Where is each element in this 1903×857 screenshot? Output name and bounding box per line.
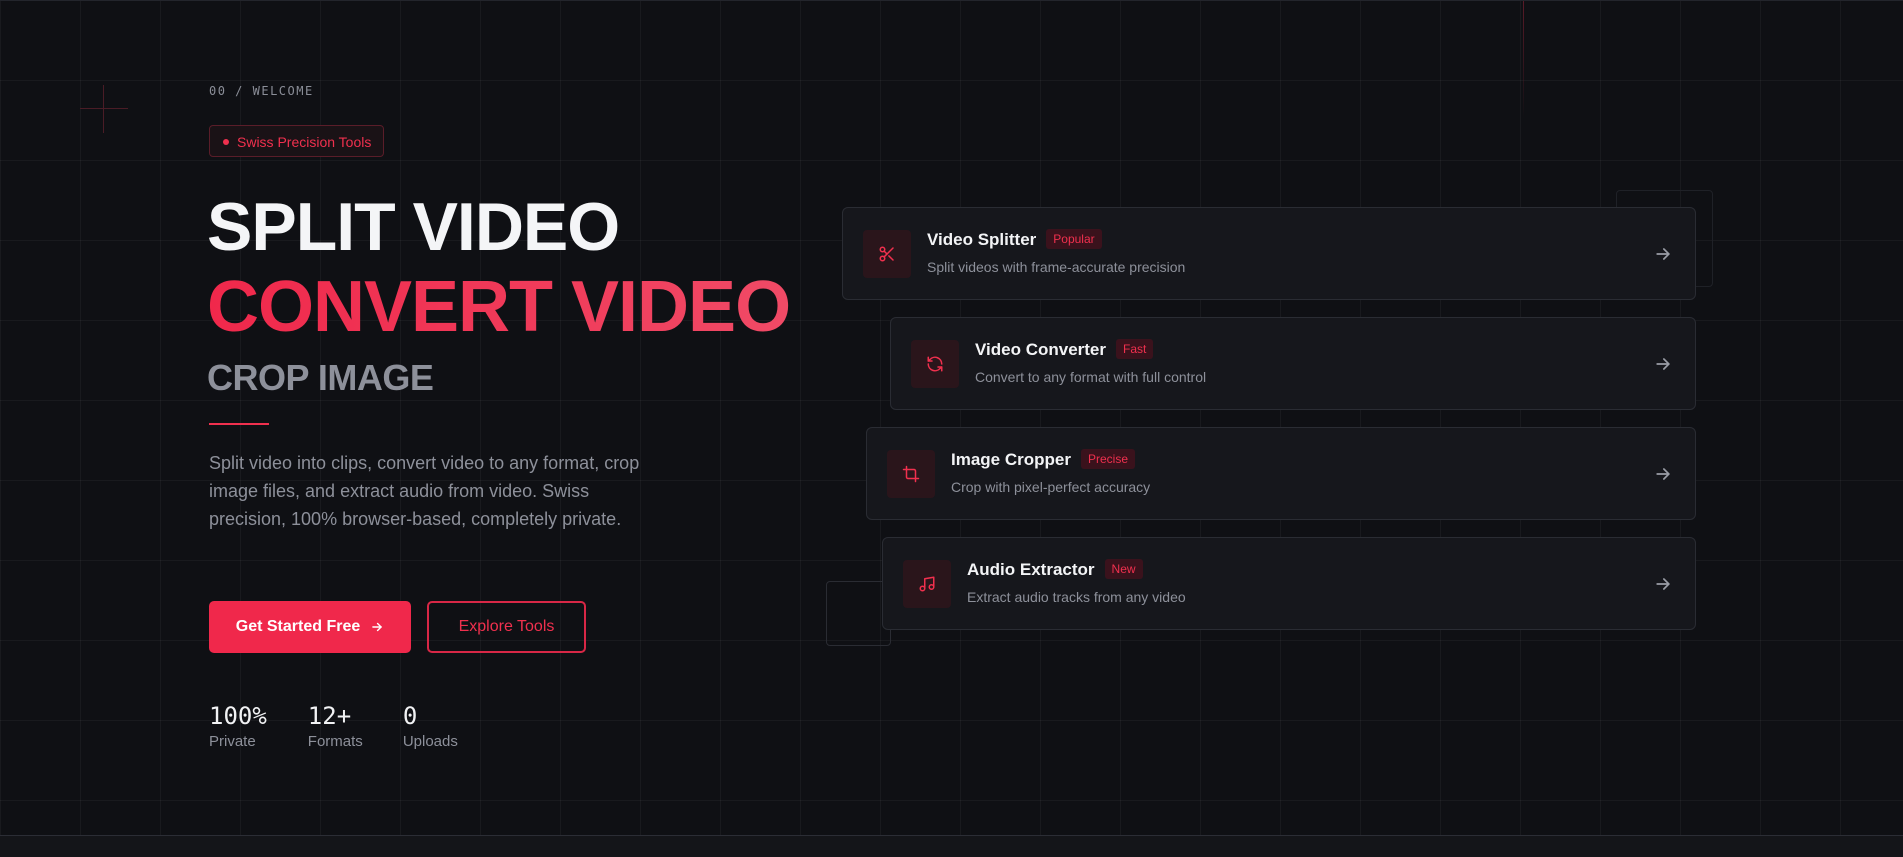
headline-line-3: CROP IMAGE xyxy=(207,357,434,398)
tool-badge: Popular xyxy=(1046,229,1102,249)
tagline-pill: Swiss Precision Tools xyxy=(209,125,385,157)
refresh-icon xyxy=(911,340,959,388)
tool-card-title: Video Splitter Popular xyxy=(927,229,1102,250)
tagline-pill-label: Swiss Precision Tools xyxy=(237,134,372,150)
stat-label: Uploads xyxy=(402,733,458,750)
stat-value: 100% xyxy=(209,702,267,730)
tool-card-title-text: Video Splitter xyxy=(927,230,1037,249)
tool-badge: Precise xyxy=(1080,449,1135,469)
arrow-right-icon xyxy=(1656,578,1670,590)
explore-tools-button[interactable]: Explore Tools xyxy=(427,601,586,653)
tool-card-video-splitter[interactable]: Video Splitter Popular Split videos with … xyxy=(842,207,1696,300)
tool-badge: Fast xyxy=(1116,339,1154,359)
headline-line-1: SPLIT VIDEO xyxy=(207,189,620,265)
tool-card-title-text: Video Converter xyxy=(975,340,1107,359)
headline-line-2: CONVERT VIDEO xyxy=(207,267,791,347)
crop-icon xyxy=(887,450,935,498)
tool-card-description: Convert to any format with full control xyxy=(975,369,1207,385)
arrow-right-icon xyxy=(1656,248,1670,260)
tool-badge: New xyxy=(1104,559,1143,579)
stat-label: Formats xyxy=(307,733,363,750)
tool-card-video-converter[interactable]: Video Converter Fast Convert to any forma… xyxy=(890,317,1696,410)
stats-row: 100% Private 12+ Formats 0 Uploads xyxy=(209,701,498,753)
stat-private: 100% Private xyxy=(209,701,267,753)
stat-value: 0 xyxy=(402,702,418,730)
tool-card-image-cropper[interactable]: Image Cropper Precise Crop with pixel-per… xyxy=(866,427,1696,520)
arrow-right-icon xyxy=(1656,358,1670,370)
stat-formats: 12+ Formats xyxy=(308,701,363,753)
music-note-icon xyxy=(903,560,951,608)
tool-card-description: Extract audio tracks from any video xyxy=(967,589,1186,605)
accent-divider xyxy=(209,423,269,425)
get-started-button[interactable]: Get Started Free xyxy=(209,601,411,653)
arrow-right-icon xyxy=(372,622,383,632)
hero-description: Split video into clips, convert video to… xyxy=(209,453,640,529)
dot-icon xyxy=(223,139,229,145)
tool-card-description: Crop with pixel-perfect accuracy xyxy=(951,479,1151,495)
tool-card-title-text: Audio Extractor xyxy=(967,560,1095,579)
hero-section: 00 / WELCOME Swiss Precision Tools SPLIT… xyxy=(0,0,1903,836)
tool-card-audio-extractor[interactable]: Audio Extractor New Extract audio tracks … xyxy=(882,537,1696,630)
get-started-button-label: Get Started Free xyxy=(235,618,361,635)
section-eyebrow: 00 / WELCOME xyxy=(209,84,314,98)
tool-card-title: Image Cropper Precise xyxy=(951,449,1135,470)
explore-tools-button-label: Explore Tools xyxy=(458,618,555,635)
tool-card-title-text: Image Cropper xyxy=(951,450,1071,469)
tool-card-title: Audio Extractor New xyxy=(967,559,1143,580)
accent-line-decoration xyxy=(1523,1,1524,119)
stat-label: Private xyxy=(209,733,256,750)
scissors-icon xyxy=(863,230,911,278)
page-footer-strip xyxy=(0,836,1903,857)
stat-value: 12+ xyxy=(307,702,352,730)
tool-card-description: Split videos with frame-accurate precisi… xyxy=(927,259,1186,275)
arrow-right-icon xyxy=(1656,468,1670,480)
crosshair-decoration xyxy=(80,85,128,133)
tool-card-title: Video Converter Fast xyxy=(975,339,1154,360)
stat-uploads: 0 Uploads xyxy=(403,701,458,753)
